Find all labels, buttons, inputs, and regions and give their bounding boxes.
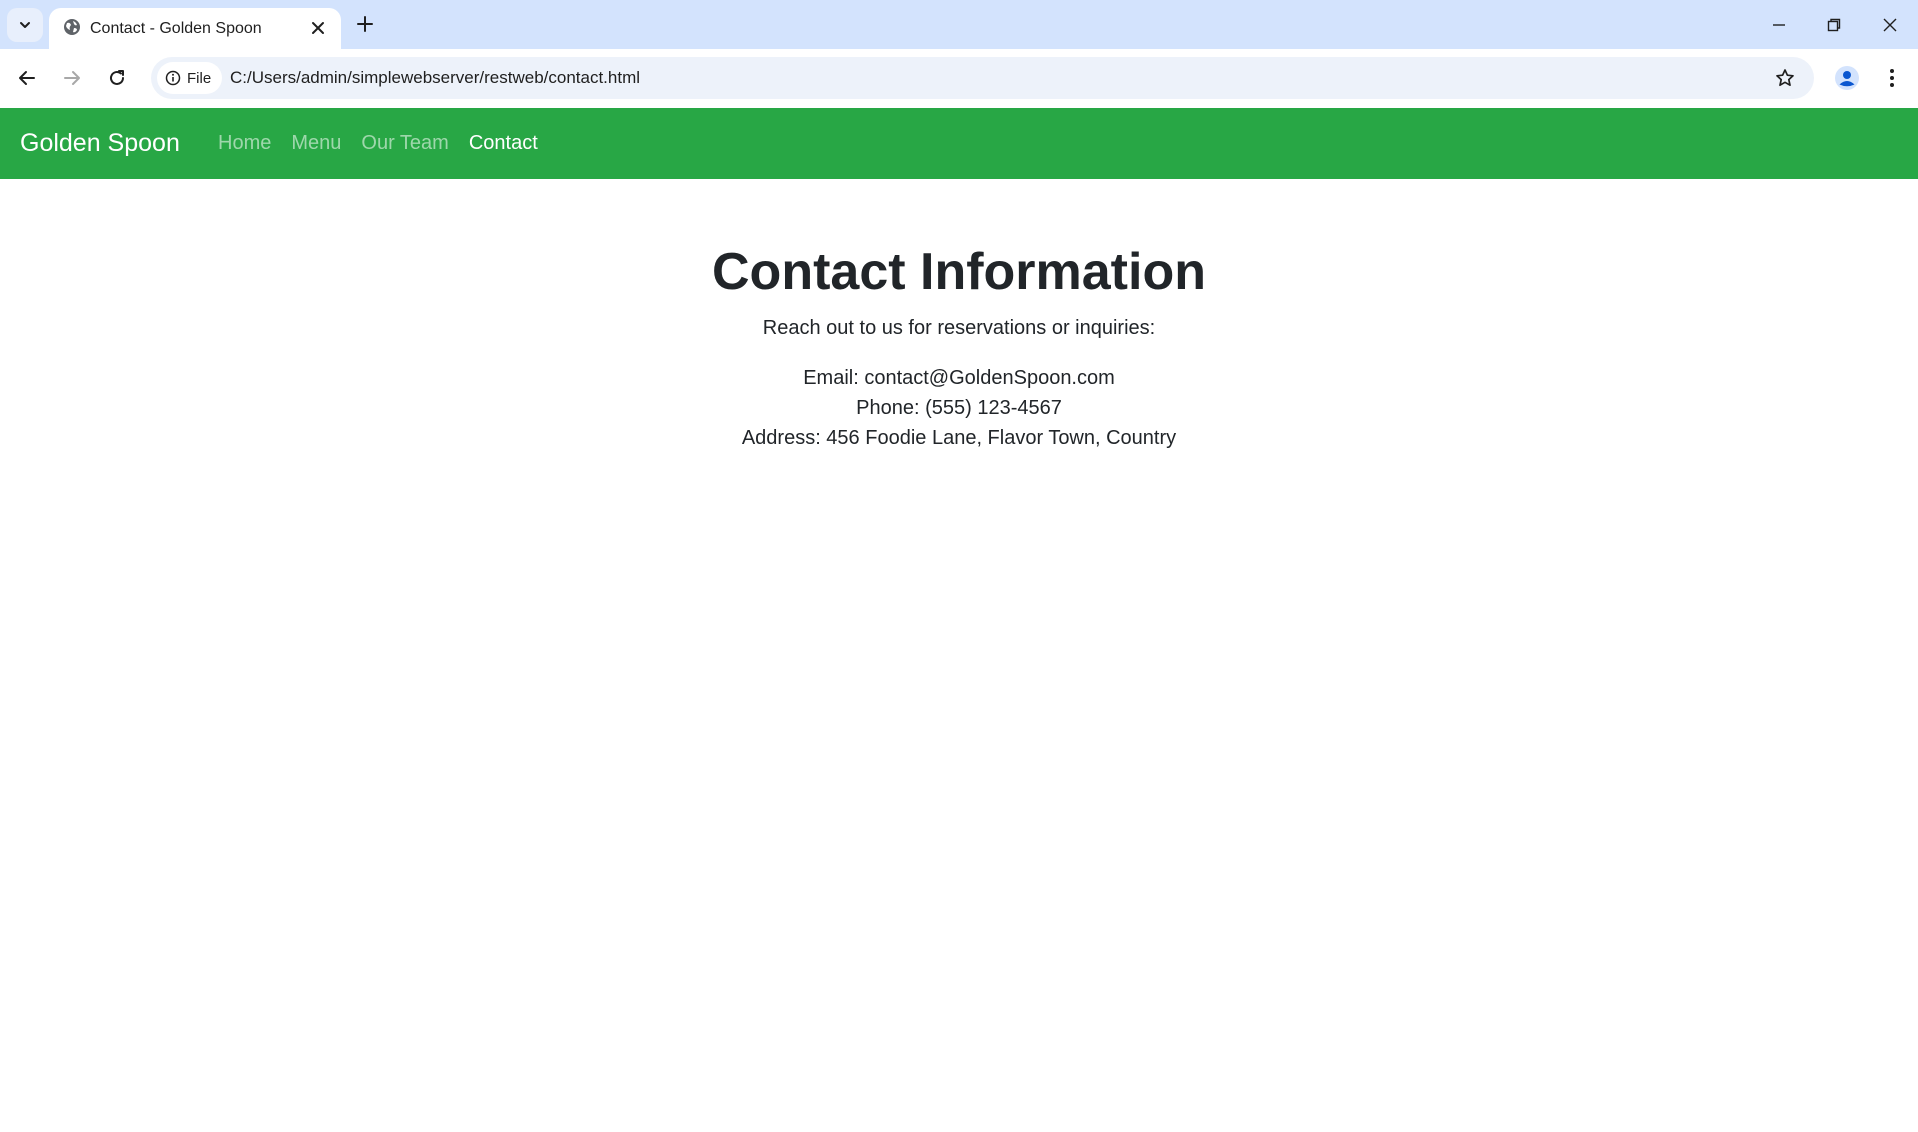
- nav-link-our-team[interactable]: Our Team: [351, 108, 458, 179]
- contact-address: Address: 456 Foodie Lane, Flavor Town, C…: [741, 427, 1177, 449]
- contact-email: Email: contact@GoldenSpoon.com: [803, 367, 1115, 389]
- site-info-chip[interactable]: File: [157, 62, 223, 94]
- browser-tabstrip: Contact - Golden Spoon: [0, 0, 1918, 49]
- contact-phone: Phone: (555) 123-4567: [856, 397, 1062, 419]
- main-content: Contact Information Reach out to us for …: [0, 179, 1918, 453]
- browser-tab-active[interactable]: Contact - Golden Spoon: [49, 8, 341, 49]
- reload-icon[interactable]: [99, 60, 135, 96]
- address-bar[interactable]: File C:/Users/admin/simplewebserver/rest…: [151, 57, 1814, 99]
- nav-link-menu[interactable]: Menu: [281, 108, 351, 179]
- page-title: Contact Information: [712, 243, 1206, 301]
- tab-search-button[interactable]: [7, 8, 43, 42]
- bookmark-star-icon[interactable]: [1770, 63, 1800, 93]
- globe-icon: [64, 19, 80, 35]
- info-icon: [165, 70, 181, 86]
- intro-text: Reach out to us for reservations or inqu…: [762, 317, 1156, 339]
- chevron-down-icon: [20, 22, 30, 28]
- profile-avatar-icon[interactable]: [1829, 60, 1865, 96]
- new-tab-plus-icon[interactable]: [352, 10, 378, 38]
- contact-details: Email: contact@GoldenSpoon.com Phone: (5…: [0, 363, 1918, 453]
- nav-link-home[interactable]: Home: [208, 108, 281, 179]
- tab-title: Contact - Golden Spoon: [90, 20, 262, 37]
- site-navbar: Golden Spoon Home Menu Our Team Contact: [0, 108, 1918, 179]
- site-brand[interactable]: Golden Spoon: [20, 108, 180, 179]
- minimize-icon[interactable]: [1751, 0, 1807, 49]
- url-text[interactable]: C:/Users/admin/simplewebserver/restweb/c…: [230, 57, 640, 99]
- back-arrow-icon[interactable]: [9, 60, 45, 96]
- close-tab-icon[interactable]: [307, 17, 329, 39]
- browser-toolbar: File C:/Users/admin/simplewebserver/rest…: [0, 49, 1918, 108]
- forward-arrow-icon[interactable]: [54, 60, 90, 96]
- nav-links: Home Menu Our Team Contact: [208, 108, 548, 179]
- site-chip-label: File: [187, 69, 212, 87]
- nav-link-contact[interactable]: Contact: [459, 108, 548, 179]
- browser-menu-icon[interactable]: [1874, 60, 1910, 96]
- close-window-icon[interactable]: [1862, 0, 1918, 49]
- restore-icon[interactable]: [1806, 0, 1862, 49]
